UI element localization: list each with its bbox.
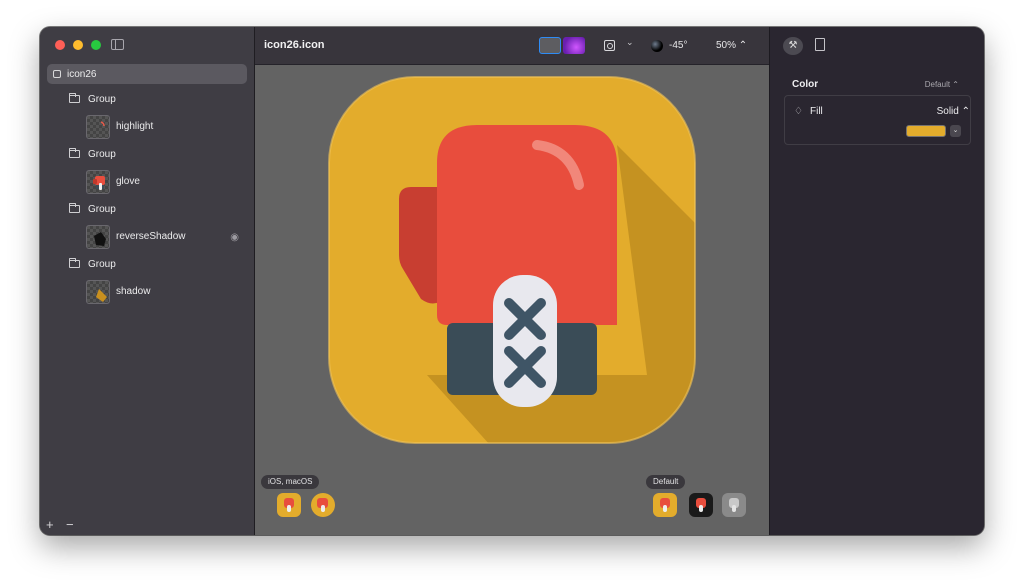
layer-item-reverseshadow[interactable]: reverseShadow ◉ [47,224,247,249]
folder-icon [68,258,80,268]
tree-root-item[interactable]: icon26 [47,64,247,84]
layer-label: highlight [116,121,154,132]
document-title: icon26.icon [264,39,325,51]
paint-bucket-icon: ♢ [794,106,803,117]
document-icon[interactable] [815,38,825,51]
dark-appearance-button[interactable] [563,37,585,54]
layer-item-shadow[interactable]: shadow [47,279,247,304]
eye-icon[interactable]: ◉ [230,232,239,243]
canvas-area: icon26.icon ⌄ -45° 50% ⌃ iOS, macOS Defa… [255,27,769,535]
toolbar: icon26.icon ⌄ -45° 50% ⌃ [255,27,769,65]
fill-color-swatch[interactable] [906,125,946,137]
layer-thumbnail [86,279,110,304]
remove-layer-button[interactable]: − [66,517,74,532]
group-item[interactable]: Group [47,144,247,164]
folder-icon [68,93,80,103]
appearance-chip[interactable]: Default [646,475,686,489]
layers-sidebar: icon26 Group highlight Group glove Group… [40,27,255,535]
layer-label: shadow [116,286,151,297]
chevron-down-icon[interactable]: ⌄ [950,125,961,137]
layer-item-highlight[interactable]: highlight [47,114,247,139]
chevron-down-icon[interactable]: ⌄ [626,37,634,48]
icon-preview[interactable] [327,75,697,445]
group-label: Group [88,258,116,270]
folder-icon [68,203,80,213]
close-window-button[interactable] [55,40,65,50]
layer-label: reverseShadow [116,231,186,242]
fill-group [784,95,971,145]
square-icon [53,70,61,78]
hammer-icon[interactable]: ⚒ [783,37,803,55]
icon-canvas: iOS, macOS Default [255,65,769,535]
inspector-panel: ⚒ Color Default ⌃ ♢ Fill Solid ⌃ ⌄ [769,27,984,535]
traffic-lights [55,40,101,50]
zoom-window-button[interactable] [91,40,101,50]
color-mode-select[interactable]: Default ⌃ [925,80,959,89]
light-direction-icon[interactable] [651,40,663,52]
preview-default[interactable] [653,493,677,517]
preview-ios-light[interactable] [277,493,301,517]
tree-root-label: icon26 [67,68,97,80]
group-label: Group [88,203,116,215]
preview-tinted[interactable] [722,493,746,517]
group-item[interactable]: Group [47,199,247,219]
light-angle-value[interactable]: -45° [669,40,687,51]
platform-chip[interactable]: iOS, macOS [261,475,320,489]
preview-dark[interactable] [689,493,713,517]
layer-label: glove [116,176,140,187]
minimize-window-button[interactable] [73,40,83,50]
layer-thumbnail [86,114,110,139]
preview-macos-round[interactable] [311,493,335,517]
group-item[interactable]: Group [47,89,247,109]
zoom-level[interactable]: 50% ⌃ [716,40,747,51]
layer-tree: icon26 Group highlight Group glove Group… [47,64,247,304]
grid-overlay-icon[interactable] [604,40,615,51]
sidebar-toggle-icon[interactable] [111,39,124,50]
color-section-title: Color [792,79,819,90]
light-appearance-button[interactable] [539,37,561,54]
group-item[interactable]: Group [47,254,247,274]
add-layer-button[interactable]: + [46,517,54,532]
group-label: Group [88,148,116,160]
app-window: icon26 Group highlight Group glove Group… [40,27,984,535]
layer-thumbnail [86,224,110,249]
group-label: Group [88,93,116,105]
fill-label: Fill [810,106,823,117]
folder-icon [68,148,80,158]
layer-item-glove[interactable]: glove [47,169,247,194]
fill-type-select[interactable]: Solid ⌃ [937,106,970,117]
lace-panel [493,275,557,407]
layer-thumbnail [86,169,110,194]
